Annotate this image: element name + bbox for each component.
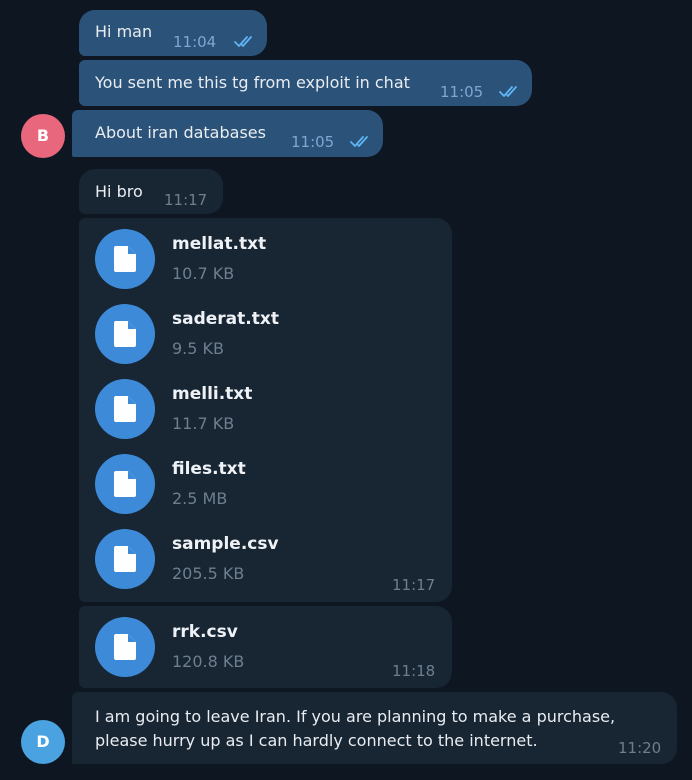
document-icon[interactable] — [95, 229, 155, 289]
file-name[interactable]: files.txt — [172, 458, 246, 480]
message-text: About iran databases — [95, 123, 266, 142]
message-bubble-incoming[interactable]: Hi bro 11:17 — [79, 169, 223, 214]
document-icon[interactable] — [95, 454, 155, 514]
double-check-icon — [499, 86, 517, 97]
message-text: You sent me this tg from exploit in chat — [95, 73, 410, 92]
file-size: 2.5 MB — [172, 489, 228, 508]
avatar[interactable]: B — [21, 114, 65, 158]
file-name[interactable]: saderat.txt — [172, 308, 279, 330]
file-message-bubble: rrk.csv 120.8 KB 11:18 — [79, 606, 452, 688]
message-bubble-incoming[interactable]: I am going to leave Iran. If you are pla… — [72, 692, 677, 764]
document-icon[interactable] — [95, 379, 155, 439]
document-icon[interactable] — [95, 617, 155, 677]
file-size: 205.5 KB — [172, 564, 245, 583]
file-name[interactable]: sample.csv — [172, 533, 279, 555]
message-text: Hi bro — [95, 182, 143, 201]
message-bubble-outgoing[interactable]: Hi man 11:04 — [79, 10, 267, 56]
double-check-icon — [350, 136, 368, 147]
message-time: 11:17 — [164, 191, 208, 209]
file-size: 120.8 KB — [172, 652, 245, 671]
message-text-line: please hurry up as I can hardly connect … — [95, 731, 538, 750]
document-icon[interactable] — [95, 529, 155, 589]
file-attachment[interactable]: melli.txt 11.7 KB — [95, 379, 395, 443]
message-bubble-outgoing[interactable]: About iran databases 11:05 — [72, 110, 383, 157]
message-time: 11:04 — [173, 33, 217, 51]
message-bubble-outgoing[interactable]: You sent me this tg from exploit in chat… — [79, 60, 532, 106]
message-time: 11:20 — [618, 739, 662, 757]
message-time: 11:05 — [440, 83, 484, 101]
file-size: 11.7 KB — [172, 414, 235, 433]
message-text: Hi man — [95, 22, 153, 41]
double-check-icon — [234, 36, 252, 47]
chat-history: Hi man 11:04 You sent me this tg from ex… — [0, 0, 692, 780]
file-attachment[interactable]: files.txt 2.5 MB — [95, 454, 395, 518]
message-time: 11:05 — [291, 133, 335, 151]
file-name[interactable]: melli.txt — [172, 383, 252, 405]
message-text-line: I am going to leave Iran. If you are pla… — [95, 707, 616, 726]
document-icon[interactable] — [95, 304, 155, 364]
avatar[interactable]: D — [21, 720, 65, 764]
file-attachment[interactable]: mellat.txt 10.7 KB — [95, 229, 395, 293]
file-attachment[interactable]: rrk.csv 120.8 KB — [95, 617, 395, 681]
file-name[interactable]: rrk.csv — [172, 621, 238, 643]
file-attachment[interactable]: sample.csv 205.5 KB — [95, 529, 395, 593]
file-size: 9.5 KB — [172, 339, 224, 358]
file-attachment[interactable]: saderat.txt 9.5 KB — [95, 304, 395, 368]
file-group-bubble: mellat.txt 10.7 KB saderat.txt 9.5 KB me… — [79, 218, 452, 602]
message-time: 11:18 — [392, 662, 436, 680]
file-size: 10.7 KB — [172, 264, 235, 283]
file-name[interactable]: mellat.txt — [172, 233, 266, 255]
message-time: 11:17 — [392, 576, 436, 594]
